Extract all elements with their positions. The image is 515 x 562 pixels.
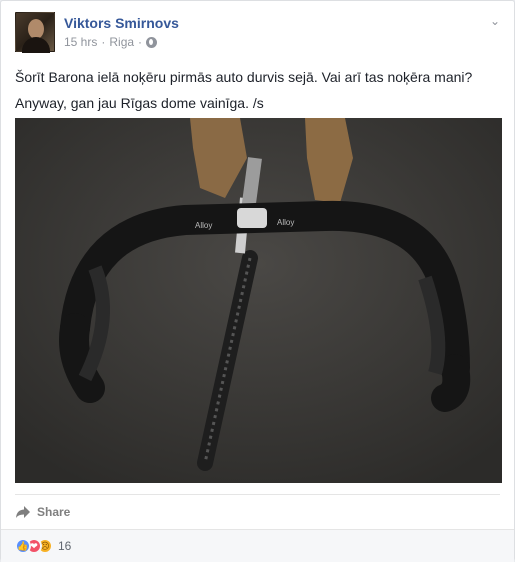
globe-icon[interactable] <box>146 36 158 48</box>
post-text: Šorīt Barona ielā noķēru pirmās auto dur… <box>15 64 501 116</box>
avatar-body <box>22 37 50 53</box>
svg-text:Alloy: Alloy <box>195 221 212 230</box>
share-label: Share <box>37 505 71 519</box>
meta-separator: · <box>101 35 106 49</box>
photo-illustration: Alloy Alloy <box>15 118 502 483</box>
post-actions: Share <box>15 494 500 526</box>
post-header: Viktors Smirnovs 15 hrs · Riga · ⌄ <box>15 12 502 54</box>
post-photo[interactable]: Alloy Alloy <box>15 118 502 483</box>
post-meta: 15 hrs · Riga · <box>64 35 158 49</box>
avatar[interactable] <box>15 12 55 53</box>
location-link[interactable]: Riga <box>109 35 134 49</box>
timestamp[interactable]: 15 hrs <box>64 35 97 49</box>
reactions-bar: 👍 ❤ ☹ 16 <box>1 529 514 562</box>
post-text-line-2: Anyway, gan jau Rīgas dome vainīga. /s <box>15 95 264 111</box>
like-icon[interactable]: 👍 <box>15 538 31 554</box>
avatar-face <box>28 19 44 39</box>
chevron-down-icon[interactable]: ⌄ <box>488 14 502 28</box>
svg-text:Alloy: Alloy <box>277 218 294 227</box>
reaction-count[interactable]: 16 <box>58 539 71 553</box>
meta-separator-2: · <box>138 35 143 49</box>
author-name[interactable]: Viktors Smirnovs <box>64 15 179 31</box>
post-card: Viktors Smirnovs 15 hrs · Riga · ⌄ Šorīt… <box>0 0 515 562</box>
post-text-line-1: Šorīt Barona ielā noķēru pirmās auto dur… <box>15 69 473 85</box>
share-button[interactable]: Share <box>15 505 70 519</box>
share-arrow-icon <box>16 506 30 518</box>
